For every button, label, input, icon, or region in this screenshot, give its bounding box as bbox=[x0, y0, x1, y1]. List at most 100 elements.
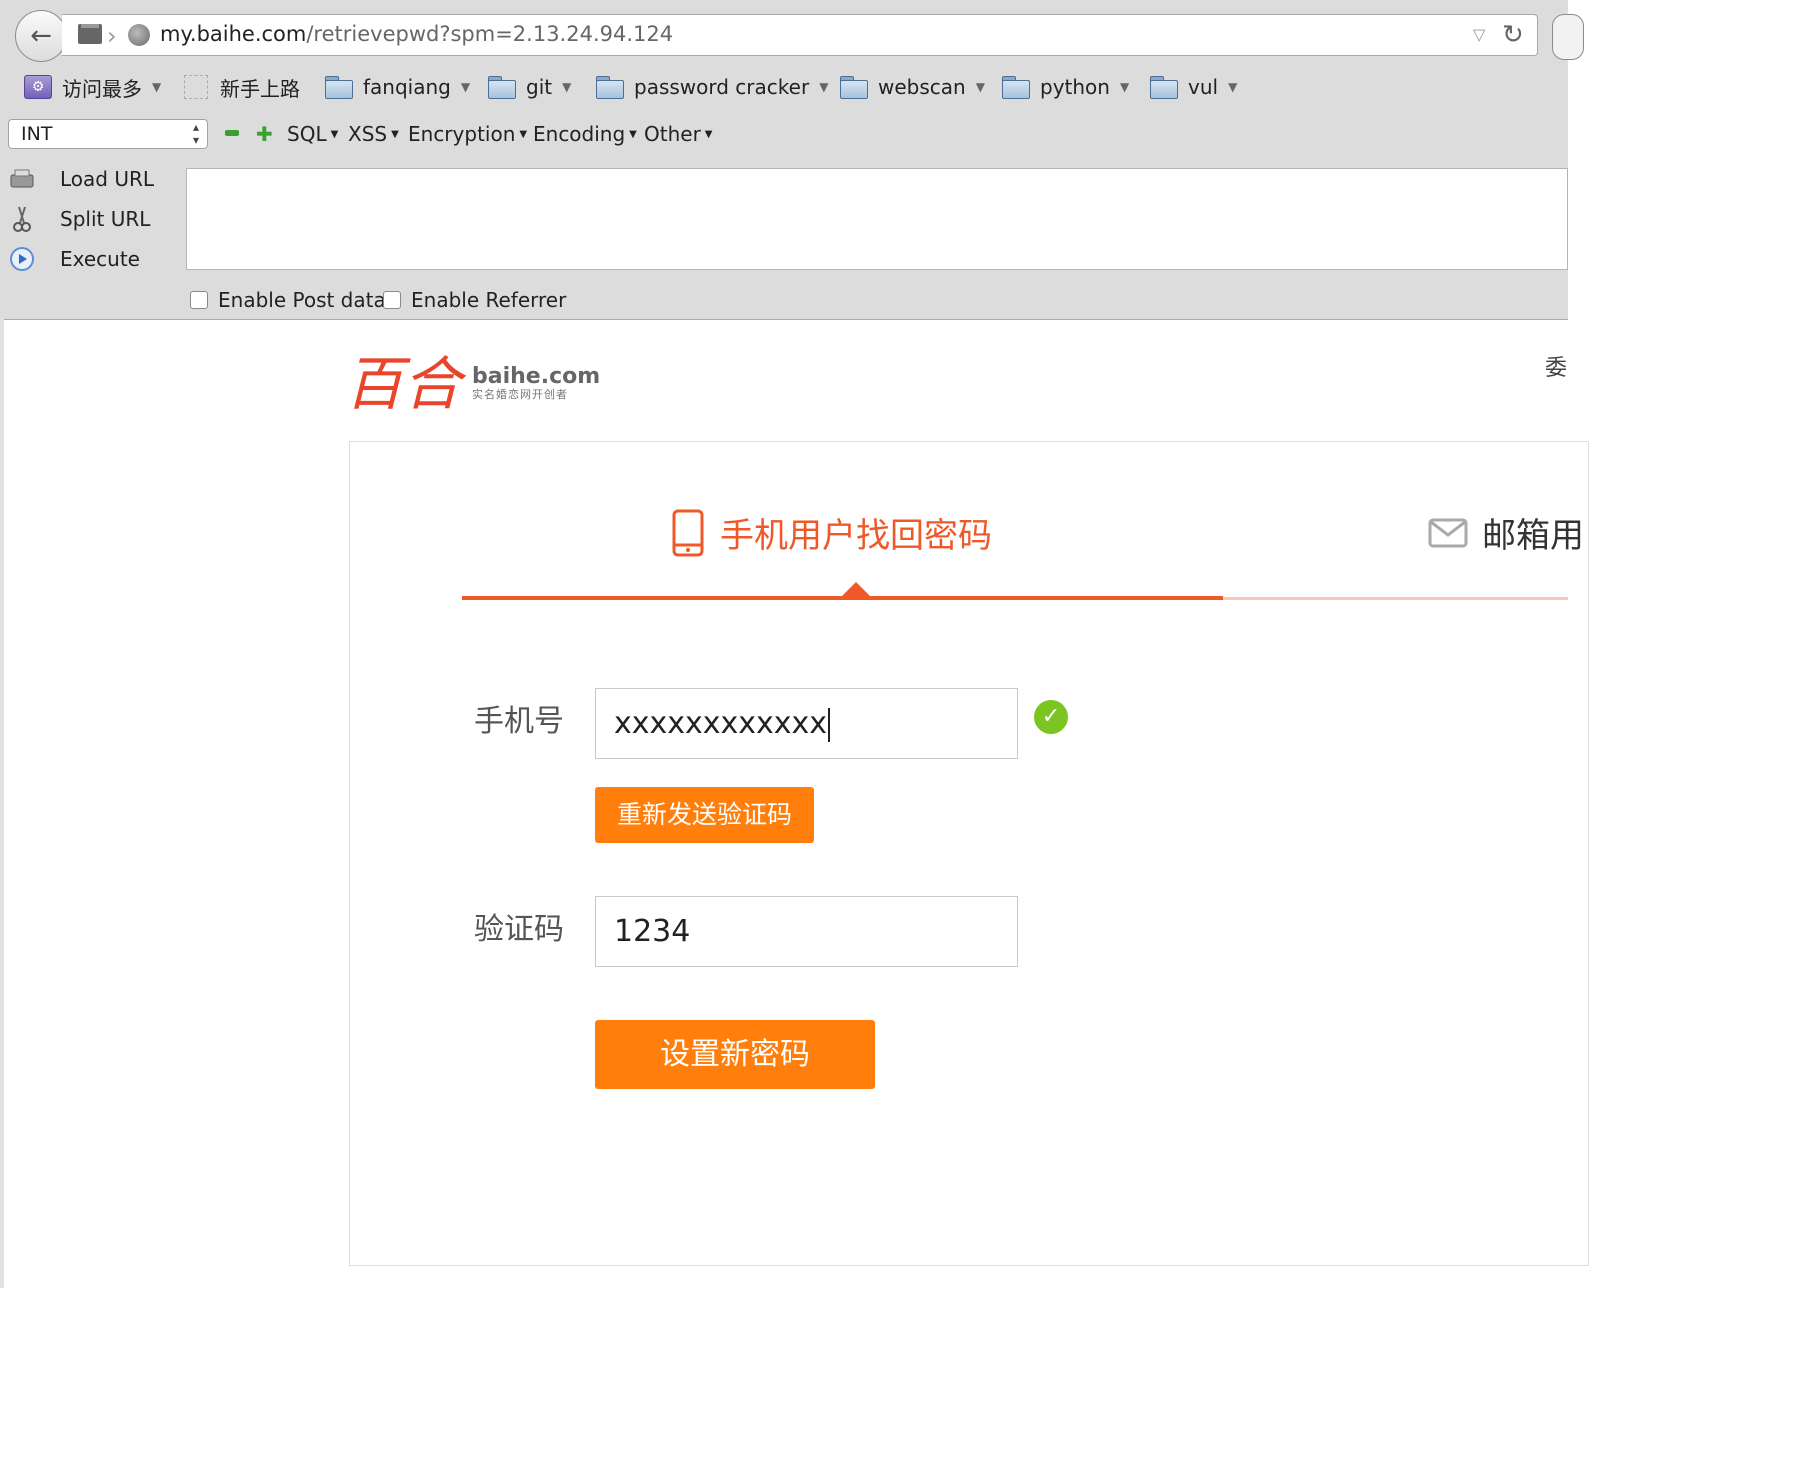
chevron-down-icon: ▼ bbox=[562, 80, 572, 94]
menu-sql[interactable]: SQL ▼ bbox=[287, 122, 338, 146]
url-host: my.baihe.com bbox=[160, 22, 307, 46]
increase-icon[interactable]: ✚ bbox=[256, 124, 273, 144]
enable-post-checkbox[interactable]: Enable Post data bbox=[190, 288, 386, 312]
bookmark-label: python bbox=[1040, 75, 1110, 99]
folder-icon bbox=[840, 76, 868, 99]
resend-code-button[interactable]: 重新发送验证码 bbox=[595, 787, 814, 843]
browser-chrome: ← › my.baihe.com/retrievepwd?spm=2.13.24… bbox=[0, 0, 1584, 320]
bookmark-label: vul bbox=[1188, 75, 1219, 99]
menu-label: SQL bbox=[287, 122, 327, 146]
enable-referrer-checkbox[interactable]: Enable Referrer bbox=[383, 288, 566, 312]
split-url-button[interactable]: Split URL bbox=[8, 201, 178, 237]
menu-label: XSS bbox=[348, 122, 388, 146]
bookmark-label: git bbox=[526, 75, 553, 99]
menu-other[interactable]: Other ▼ bbox=[644, 122, 713, 146]
bookmark-folder-icon: ⚙ bbox=[24, 75, 52, 99]
split-url-label: Split URL bbox=[60, 207, 151, 231]
scissors-icon bbox=[8, 205, 36, 233]
chevron-down-icon: ▼ bbox=[1228, 80, 1238, 94]
svg-text:百合: 百合 bbox=[345, 350, 467, 418]
chevron-down-icon: ▼ bbox=[460, 80, 471, 94]
bookmark-label: password cracker bbox=[634, 75, 810, 99]
chevron-down-icon: ▼ bbox=[391, 129, 399, 140]
tab-phone-label: 手机用户找回密码 bbox=[720, 516, 992, 556]
menu-label: Encoding bbox=[533, 122, 626, 146]
menu-label: Encryption bbox=[408, 122, 516, 146]
window-edge bbox=[0, 319, 4, 1288]
page-icon bbox=[78, 24, 102, 44]
menu-encryption[interactable]: Encryption ▼ bbox=[408, 122, 527, 146]
check-icon: ✓ bbox=[1034, 700, 1068, 734]
url-textarea[interactable] bbox=[186, 168, 1568, 270]
phone-input-value: xxxxxxxxxxxx bbox=[614, 706, 828, 741]
code-input-value: 1234 bbox=[614, 914, 691, 949]
folder-icon bbox=[1150, 76, 1178, 99]
folder-icon bbox=[596, 76, 624, 99]
load-url-label: Load URL bbox=[60, 167, 155, 191]
play-icon bbox=[8, 245, 36, 273]
chevron-down-icon: ▼ bbox=[819, 80, 829, 94]
tab-indicator-arrow bbox=[842, 582, 870, 596]
load-url-button[interactable]: Load URL bbox=[8, 161, 178, 197]
retrieve-card bbox=[349, 441, 1589, 1266]
chevron-down-icon: ▼ bbox=[975, 80, 985, 94]
logo-subtitle: 实名婚恋网开创者 bbox=[472, 388, 568, 401]
text-cursor bbox=[828, 707, 831, 742]
enable-post-label: Enable Post data bbox=[218, 288, 386, 312]
menu-xss[interactable]: XSS ▼ bbox=[348, 122, 399, 146]
bookmark-label: 访问最多 bbox=[62, 76, 142, 101]
code-label: 验证码 bbox=[474, 912, 564, 947]
bookmark-python[interactable]: python ▼ bbox=[1002, 70, 1129, 104]
bookmark-fanqiang[interactable]: fanqiang ▼ bbox=[325, 70, 470, 104]
type-select-value: INT bbox=[21, 123, 53, 145]
toolbar-button[interactable] bbox=[1552, 14, 1584, 60]
code-input[interactable]: 1234 bbox=[595, 896, 1018, 967]
bookmark-page-icon bbox=[184, 75, 208, 99]
url-dropdown-icon[interactable]: ▽ bbox=[1473, 25, 1485, 44]
load-url-icon bbox=[8, 165, 36, 193]
back-button[interactable]: ← bbox=[15, 10, 67, 62]
chevron-down-icon: ▼ bbox=[1119, 80, 1130, 94]
tab-email-retrieve[interactable]: 邮箱用 bbox=[1428, 508, 1584, 557]
mail-icon bbox=[1428, 518, 1468, 547]
globe-icon bbox=[128, 24, 150, 46]
checkbox-box[interactable] bbox=[190, 291, 208, 309]
menu-encoding[interactable]: Encoding ▼ bbox=[533, 122, 637, 146]
tab-phone-retrieve[interactable]: 手机用户找回密码 bbox=[672, 508, 992, 557]
bookmark-vul[interactable]: vul ▼ bbox=[1150, 70, 1237, 104]
url-text[interactable]: my.baihe.com/retrievepwd?spm=2.13.24.94.… bbox=[160, 22, 673, 46]
chevron-down-icon: ▼ bbox=[629, 129, 637, 140]
bookmark-label: 新手上路 bbox=[220, 76, 300, 101]
phone-input[interactable]: xxxxxxxxxxxx bbox=[595, 688, 1018, 759]
reload-icon[interactable]: ↻ bbox=[1502, 20, 1524, 50]
bookmark-most-visited[interactable]: ⚙ 访问最多 ▼ bbox=[24, 70, 161, 104]
select-arrows-icon: ▴ ▾ bbox=[192, 120, 199, 147]
execute-button[interactable]: Execute bbox=[8, 241, 178, 277]
tab-active-underline bbox=[462, 596, 1223, 600]
chevron-down-icon: ▼ bbox=[330, 129, 339, 140]
checkbox-box[interactable] bbox=[383, 291, 401, 309]
baihe-logo-mark: 百合 bbox=[345, 350, 467, 418]
url-path: /retrievepwd?spm=2.13.24.94.124 bbox=[306, 22, 674, 46]
bookmark-label: fanqiang bbox=[363, 75, 451, 99]
type-select[interactable]: INT ▴ ▾ bbox=[8, 119, 208, 149]
decrease-icon[interactable] bbox=[225, 130, 239, 136]
chevron-down-icon: ▼ bbox=[704, 129, 713, 140]
bookmark-getting-started[interactable]: 新手上路 bbox=[184, 70, 300, 104]
set-new-password-button[interactable]: 设置新密码 bbox=[595, 1020, 875, 1089]
enable-referrer-label: Enable Referrer bbox=[411, 288, 567, 312]
bookmark-password-cracker[interactable]: password cracker ▼ bbox=[596, 70, 828, 104]
bookmark-label: webscan bbox=[878, 75, 966, 99]
back-arrow-icon: ← bbox=[30, 21, 52, 51]
header-link-partial[interactable]: 委 bbox=[1545, 350, 1567, 382]
chevron-down-icon: ▼ bbox=[519, 129, 528, 140]
phone-label: 手机号 bbox=[474, 704, 564, 739]
folder-icon bbox=[488, 76, 516, 99]
folder-icon bbox=[1002, 76, 1030, 99]
bookmark-webscan[interactable]: webscan ▼ bbox=[840, 70, 985, 104]
tab-email-label: 邮箱用 bbox=[1482, 516, 1584, 556]
chevron-right-icon: › bbox=[107, 22, 117, 50]
menu-label: Other bbox=[644, 122, 701, 146]
bookmark-git[interactable]: git ▼ bbox=[488, 70, 571, 104]
tab-underline bbox=[1223, 597, 1568, 600]
